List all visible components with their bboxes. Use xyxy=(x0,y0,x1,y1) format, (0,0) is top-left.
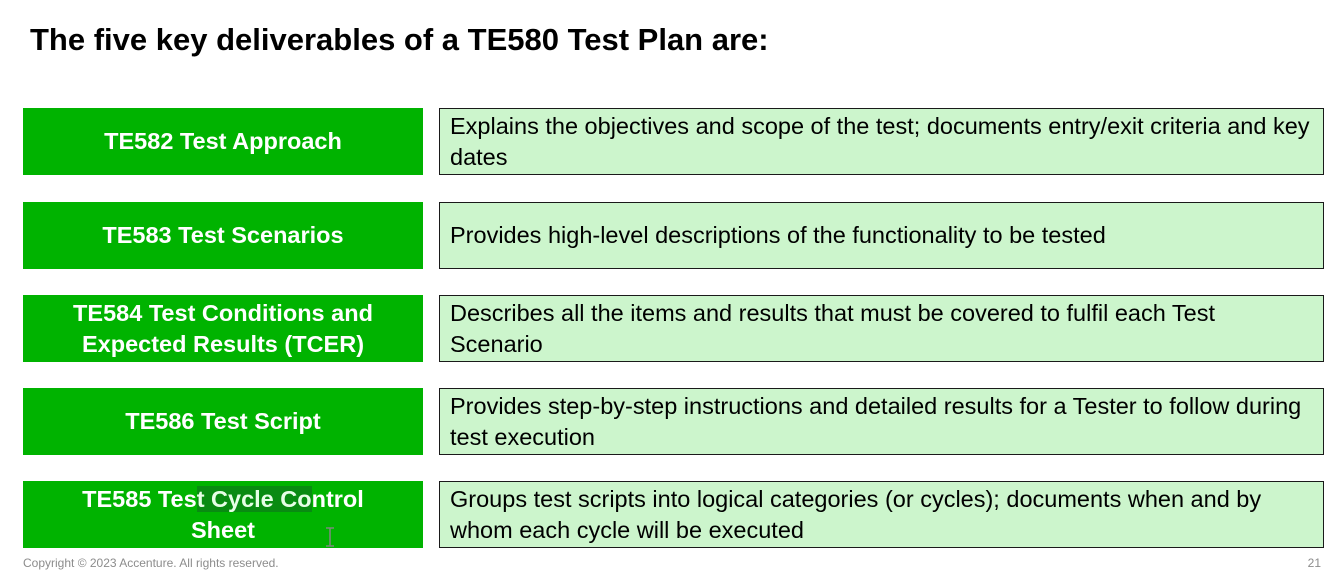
deliverable-description: Groups test scripts into logical categor… xyxy=(450,485,1262,543)
deliverable-description: Explains the objectives and scope of the… xyxy=(450,112,1310,170)
deliverable-row: TE585 Test Cycle Control Sheet Groups te… xyxy=(0,481,1338,548)
deliverable-description-box: Describes all the items and results that… xyxy=(439,295,1324,362)
deliverable-description-box: Provides high-level descriptions of the … xyxy=(439,202,1324,269)
deliverable-name: TE582 Test Approach xyxy=(104,128,342,154)
deliverable-label: TE582 Test Approach xyxy=(23,108,423,175)
page-number: 21 xyxy=(1307,556,1321,570)
slide-title: The five key deliverables of a TE580 Tes… xyxy=(30,22,769,57)
copyright-footer: Copyright © 2023 Accenture. All rights r… xyxy=(23,556,279,570)
deliverable-row: TE582 Test Approach Explains the objecti… xyxy=(0,108,1338,175)
deliverable-description: Provides step-by-step instructions and d… xyxy=(450,392,1302,450)
deliverable-description-box: Groups test scripts into logical categor… xyxy=(439,481,1324,548)
deliverable-name-part: TE585 Tes xyxy=(82,485,197,512)
deliverable-label[interactable]: TE585 Test Cycle Control Sheet xyxy=(23,481,423,548)
deliverable-description: Describes all the items and results that… xyxy=(450,299,1215,357)
deliverable-description: Provides high-level descriptions of the … xyxy=(450,222,1106,248)
deliverable-row: TE586 Test Script Provides step-by-step … xyxy=(0,388,1338,455)
deliverable-name[interactable]: TE585 Test Cycle Control Sheet xyxy=(53,484,393,546)
text-selection-highlight[interactable]: t Cycle Co xyxy=(196,485,312,512)
deliverable-label: TE583 Test Scenarios xyxy=(23,202,423,269)
deliverable-description-box: Explains the objectives and scope of the… xyxy=(439,108,1324,175)
deliverable-name: TE584 Test Conditions and Expected Resul… xyxy=(73,299,373,357)
deliverable-name: TE583 Test Scenarios xyxy=(102,222,344,248)
deliverable-row: TE584 Test Conditions and Expected Resul… xyxy=(0,295,1338,362)
text-cursor-icon xyxy=(326,527,334,547)
deliverable-description-box: Provides step-by-step instructions and d… xyxy=(439,388,1324,455)
deliverable-label: TE584 Test Conditions and Expected Resul… xyxy=(23,295,423,362)
deliverable-name: TE586 Test Script xyxy=(125,408,321,434)
deliverable-label: TE586 Test Script xyxy=(23,388,423,455)
deliverable-row: TE583 Test Scenarios Provides high-level… xyxy=(0,202,1338,269)
